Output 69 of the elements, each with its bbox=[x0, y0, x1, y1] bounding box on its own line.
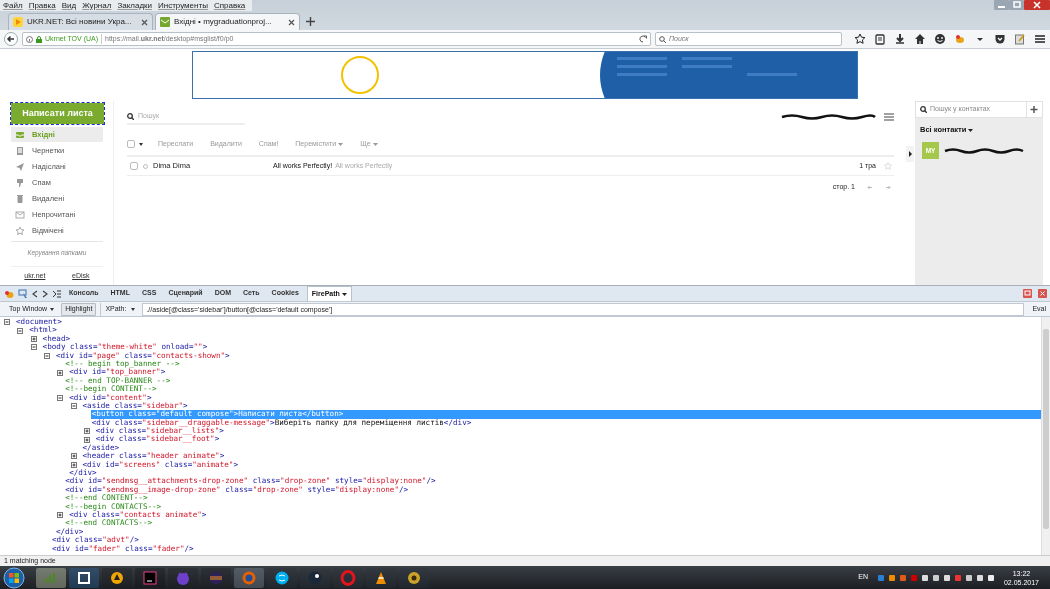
menu-icon[interactable] bbox=[1034, 33, 1046, 45]
drafts-folder-icon bbox=[15, 145, 25, 156]
envelope-icon bbox=[160, 17, 170, 27]
scrollbar-thumb[interactable] bbox=[1043, 329, 1049, 529]
back-icon[interactable] bbox=[4, 32, 18, 46]
command-line-icon[interactable] bbox=[52, 289, 61, 298]
menu-item[interactable]: Справка bbox=[210, 0, 249, 11]
collapse-icon[interactable] bbox=[70, 403, 77, 410]
smiley-icon[interactable] bbox=[934, 33, 946, 45]
expand-icon[interactable] bbox=[70, 453, 77, 460]
browser-tab[interactable]: UKR.NET: Всі новини Укра... bbox=[8, 13, 153, 30]
expand-icon[interactable] bbox=[83, 436, 90, 443]
news-icon bbox=[13, 17, 23, 27]
menu-item[interactable]: Файл bbox=[0, 0, 26, 11]
tab-title: UKR.NET: Всі новини Укра... bbox=[27, 16, 133, 28]
collapse-icon[interactable] bbox=[30, 344, 37, 351]
cat-icon[interactable] bbox=[168, 567, 198, 588]
notepad-icon[interactable] bbox=[1014, 33, 1026, 45]
unread-folder-icon bbox=[15, 209, 25, 220]
close-icon[interactable] bbox=[1024, 0, 1050, 10]
clipboard-icon[interactable] bbox=[874, 33, 886, 45]
bookmark-star-icon[interactable] bbox=[854, 33, 866, 45]
home-icon[interactable] bbox=[914, 33, 926, 45]
menu-item[interactable]: Правка bbox=[25, 0, 59, 11]
starred-folder-icon bbox=[15, 225, 25, 236]
caret-icon bbox=[131, 307, 136, 311]
checkbox-icon[interactable] bbox=[127, 140, 144, 148]
expand-icon[interactable] bbox=[57, 369, 64, 376]
menu-item[interactable]: Вид bbox=[58, 0, 80, 11]
caret-icon bbox=[50, 307, 55, 311]
close-icon[interactable] bbox=[288, 18, 295, 26]
start-button-icon[interactable] bbox=[3, 566, 25, 589]
bracket-icon[interactable] bbox=[69, 567, 99, 588]
spam-folder-icon bbox=[15, 177, 25, 188]
back-icon[interactable] bbox=[32, 289, 38, 298]
browser-tab[interactable]: Вхідні • mygraduationproj... bbox=[155, 13, 300, 30]
collapse-icon[interactable] bbox=[43, 352, 50, 359]
unread-dot-icon[interactable] bbox=[143, 163, 148, 169]
collapse-icon[interactable] bbox=[17, 327, 24, 334]
collapse-icon[interactable] bbox=[4, 319, 10, 326]
trash-folder-icon bbox=[15, 193, 25, 204]
expand-icon[interactable] bbox=[83, 428, 90, 435]
ring-icon[interactable] bbox=[333, 567, 363, 588]
search-icon bbox=[659, 35, 666, 43]
search-icon bbox=[127, 112, 134, 120]
inbox-folder-icon bbox=[15, 129, 25, 140]
expand-icon[interactable] bbox=[57, 512, 64, 519]
tab-title: Вхідні • mygraduationproj... bbox=[174, 16, 273, 28]
collapse-icon[interactable] bbox=[57, 394, 64, 401]
expand-icon[interactable] bbox=[30, 335, 37, 342]
expand-panel-icon[interactable] bbox=[906, 146, 914, 162]
expand-icon[interactable] bbox=[70, 461, 77, 468]
add-tab-icon[interactable] bbox=[306, 17, 315, 26]
menu-item[interactable]: Инструменты bbox=[155, 0, 211, 11]
padlock-icon bbox=[36, 35, 42, 43]
pocket-icon[interactable] bbox=[994, 33, 1006, 45]
close-icon[interactable] bbox=[1038, 289, 1047, 298]
download-icon[interactable] bbox=[894, 33, 906, 45]
reload-icon[interactable] bbox=[639, 35, 647, 43]
caret-icon bbox=[968, 127, 974, 132]
sent-folder-icon bbox=[15, 161, 25, 172]
detach-icon[interactable] bbox=[1023, 289, 1032, 298]
info-icon bbox=[26, 35, 33, 43]
menu-item[interactable]: Журнал bbox=[79, 0, 115, 11]
forward-icon[interactable] bbox=[42, 289, 48, 298]
checkbox-icon[interactable] bbox=[130, 162, 138, 170]
close-icon[interactable] bbox=[141, 18, 148, 26]
menu-item[interactable]: Закладки bbox=[114, 0, 155, 11]
star-icon[interactable] bbox=[884, 162, 892, 170]
